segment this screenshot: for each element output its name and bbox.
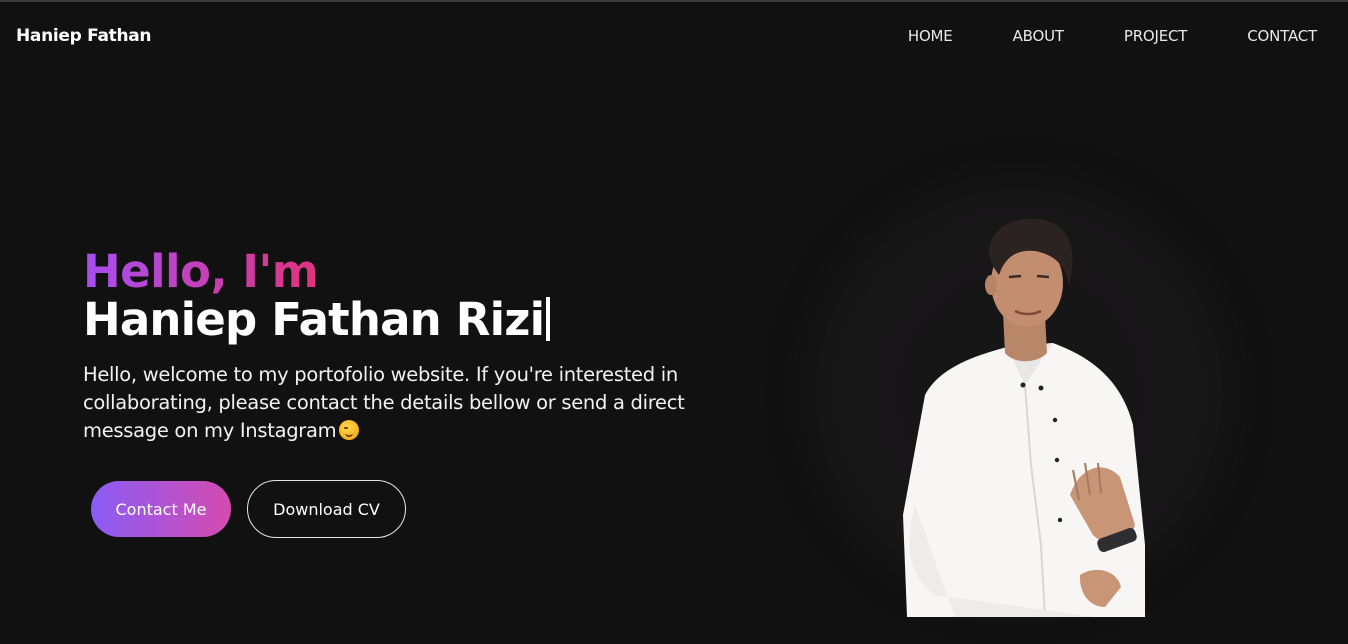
navbar: Haniep Fathan HOME ABOUT PROJECT CONTACT [0,2,1348,70]
hero-name: Haniep Fathan Rizi [83,293,551,346]
hero-name-text: Haniep Fathan Rizi [83,293,545,346]
download-cv-button[interactable]: Download CV [247,480,406,538]
nav-links: HOME ABOUT PROJECT CONTACT [908,27,1317,45]
hero-greeting: Hello, I'm [83,245,319,298]
hero-intro: Hello, welcome to my portofolio website.… [83,361,733,445]
winking-face-icon [339,420,360,440]
contact-me-button[interactable]: Contact Me [91,481,231,537]
typing-cursor [546,297,551,341]
nav-link-home[interactable]: HOME [908,27,953,45]
nav-link-project[interactable]: PROJECT [1124,27,1188,45]
nav-link-contact[interactable]: CONTACT [1247,27,1317,45]
hero-section: Hello, I'm Haniep Fathan Rizi Hello, wel… [0,70,1348,644]
hero-intro-text: Hello, welcome to my portofolio website.… [83,363,685,442]
nav-link-about[interactable]: ABOUT [1013,27,1064,45]
profile-photo [903,218,1145,617]
brand-logo-text[interactable]: Haniep Fathan [16,26,152,46]
